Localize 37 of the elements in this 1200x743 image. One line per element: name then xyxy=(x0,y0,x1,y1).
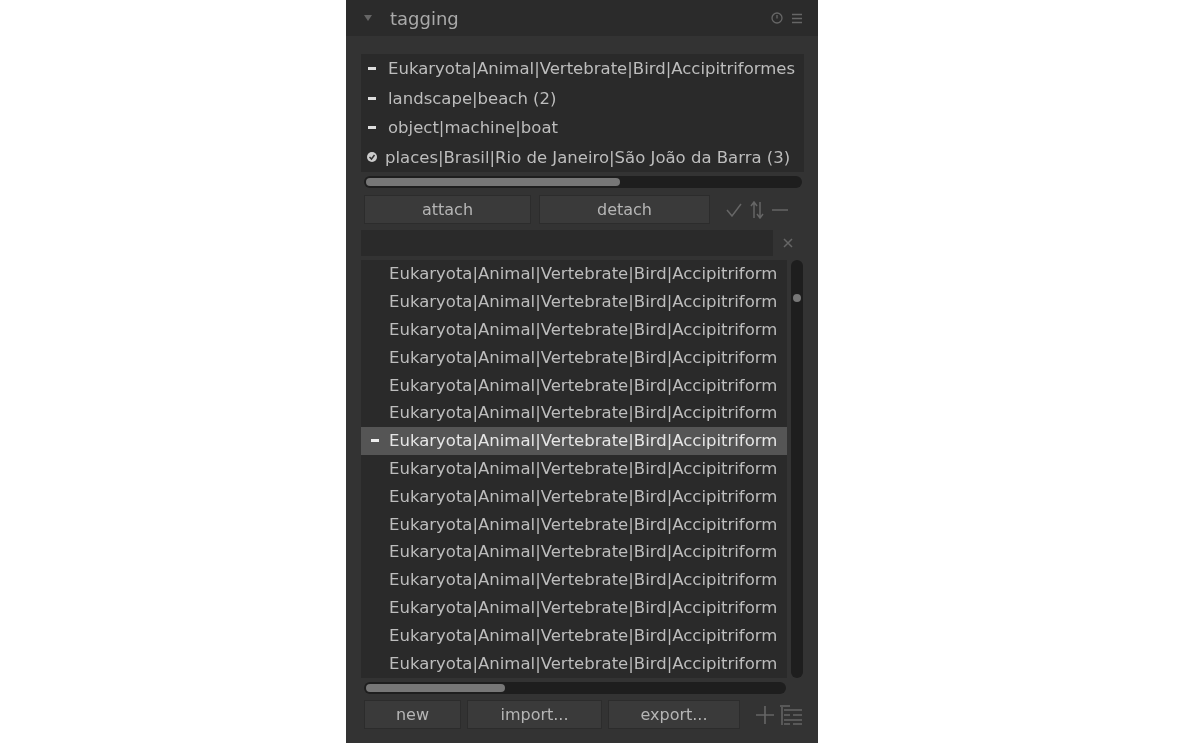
dictionary-tag[interactable]: Eukaryota|Animal|Vertebrate|Bird|Accipitriform xyxy=(361,593,787,622)
sort-icon[interactable] xyxy=(750,200,764,219)
attached-tag[interactable]: object|machine|boat xyxy=(361,113,804,143)
detach-button[interactable]: detach xyxy=(539,195,710,224)
list-settings-icon[interactable] xyxy=(780,703,802,726)
dictionary-tag[interactable]: Eukaryota|Animal|Vertebrate|Bird|Accipitriform xyxy=(361,399,787,427)
dictionary-tag[interactable]: Eukaryota|Animal|Vertebrate|Bird|Accipitriform xyxy=(361,537,787,566)
dictionary-tag[interactable]: Eukaryota|Animal|Vertebrate|Bird|Accipitriform xyxy=(361,371,787,399)
horizontal-scrollbar[interactable] xyxy=(364,176,802,188)
import-button[interactable]: import... xyxy=(467,700,602,729)
dictionary-tag[interactable]: Eukaryota|Animal|Vertebrate|Bird|Accipitriform xyxy=(361,454,787,483)
reset-icon[interactable] xyxy=(771,12,783,24)
attached-tag[interactable]: places|Brasil|Rio de Janeiro|São João da Barra (3) xyxy=(361,142,804,172)
dictionary-tag[interactable]: Eukaryota|Animal|Vertebrate|Bird|Accipitriform xyxy=(361,565,787,594)
attached-tag[interactable]: Eukaryota|Animal|Vertebrate|Bird|Accipitriformes xyxy=(361,54,804,84)
dictionary-tag[interactable]: Eukaryota|Animal|Vertebrate|Bird|Accipitriform xyxy=(361,482,787,511)
export-button[interactable]: export... xyxy=(608,700,740,729)
dictionary-tag[interactable]: Eukaryota|Animal|Vertebrate|Bird|Accipitriform xyxy=(361,315,787,344)
new-button[interactable]: new xyxy=(364,700,461,729)
plus-icon[interactable] xyxy=(756,705,774,724)
attached-tag[interactable]: landscape|beach (2) xyxy=(361,83,804,113)
dictionary-tag[interactable]: Eukaryota|Animal|Vertebrate|Bird|Accipitriform xyxy=(361,343,787,372)
horizontal-scrollbar[interactable] xyxy=(364,682,786,694)
dictionary-tag[interactable]: Eukaryota|Animal|Vertebrate|Bird|Accipitriform xyxy=(361,426,787,455)
dictionary-tag[interactable]: Eukaryota|Animal|Vertebrate|Bird|Accipitriform xyxy=(361,510,787,538)
dictionary-tag[interactable]: Eukaryota|Animal|Vertebrate|Bird|Accipitriform xyxy=(361,260,787,288)
close-icon[interactable] xyxy=(783,238,793,248)
dictionary-tag[interactable]: Eukaryota|Animal|Vertebrate|Bird|Accipitriform xyxy=(361,649,787,677)
dictionary-tag[interactable]: Eukaryota|Animal|Vertebrate|Bird|Accipitriform xyxy=(361,287,787,316)
menu-icon[interactable] xyxy=(791,12,803,24)
collapse-triangle-icon[interactable] xyxy=(364,15,372,21)
panel-title: tagging xyxy=(390,7,459,29)
minus-icon[interactable] xyxy=(772,207,788,212)
checkmark-icon[interactable] xyxy=(726,202,742,217)
vertical-scrollbar[interactable] xyxy=(791,260,803,678)
dictionary-tag[interactable]: Eukaryota|Animal|Vertebrate|Bird|Accipitriform xyxy=(361,621,787,650)
attach-button[interactable]: attach xyxy=(364,195,531,224)
